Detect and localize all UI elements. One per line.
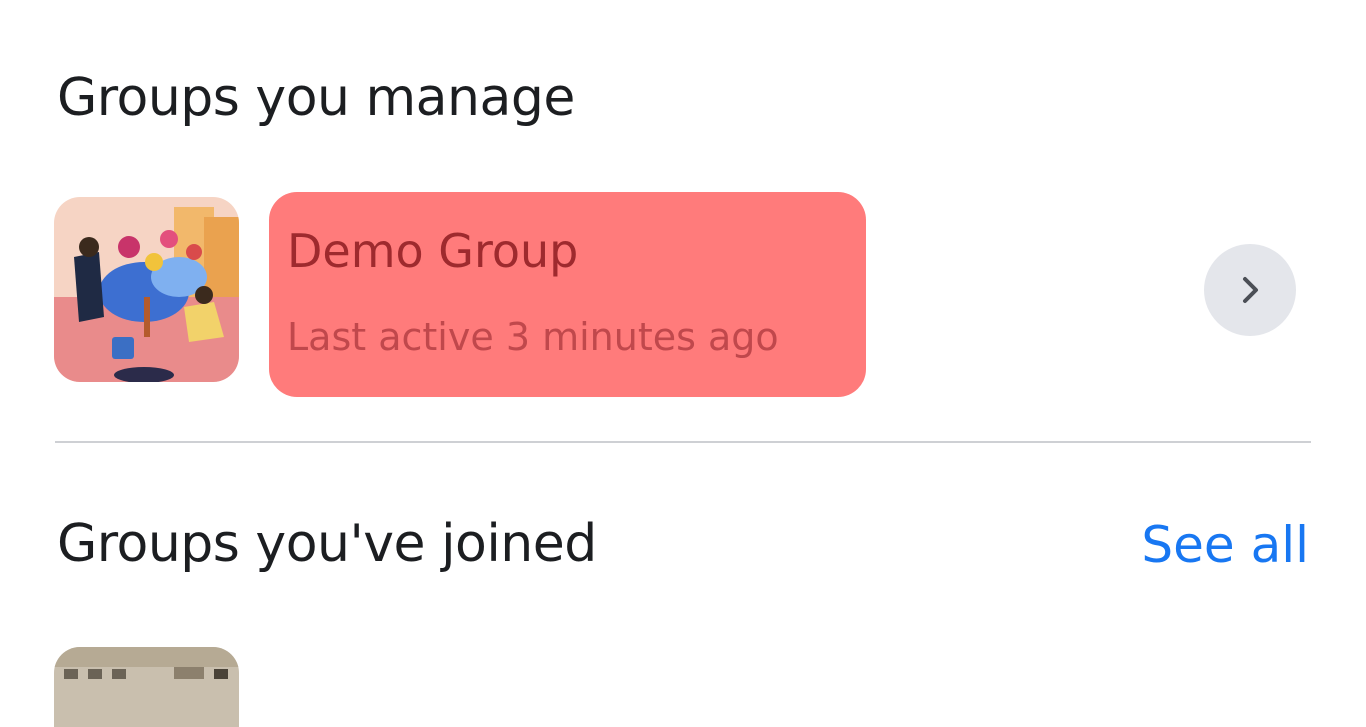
chevron-right-icon	[1243, 277, 1258, 303]
section-divider	[55, 441, 1311, 443]
group-info-highlight[interactable]: Demo Group Last active 3 minutes ago	[269, 192, 866, 397]
groups-joined-heading: Groups you've joined	[57, 514, 597, 574]
group-photo-icon	[54, 647, 239, 727]
group-thumbnail[interactable]	[54, 197, 239, 382]
flower-illustration-icon	[54, 197, 239, 382]
see-all-link[interactable]: See all	[1141, 520, 1309, 570]
groups-you-manage-heading: Groups you manage	[57, 68, 575, 128]
joined-group-thumbnail[interactable]	[54, 647, 239, 727]
group-name[interactable]: Demo Group	[287, 228, 578, 274]
open-group-button[interactable]	[1204, 244, 1296, 336]
group-last-active: Last active 3 minutes ago	[287, 315, 779, 359]
managed-group-row[interactable]: Demo Group Last active 3 minutes ago	[0, 190, 1366, 400]
